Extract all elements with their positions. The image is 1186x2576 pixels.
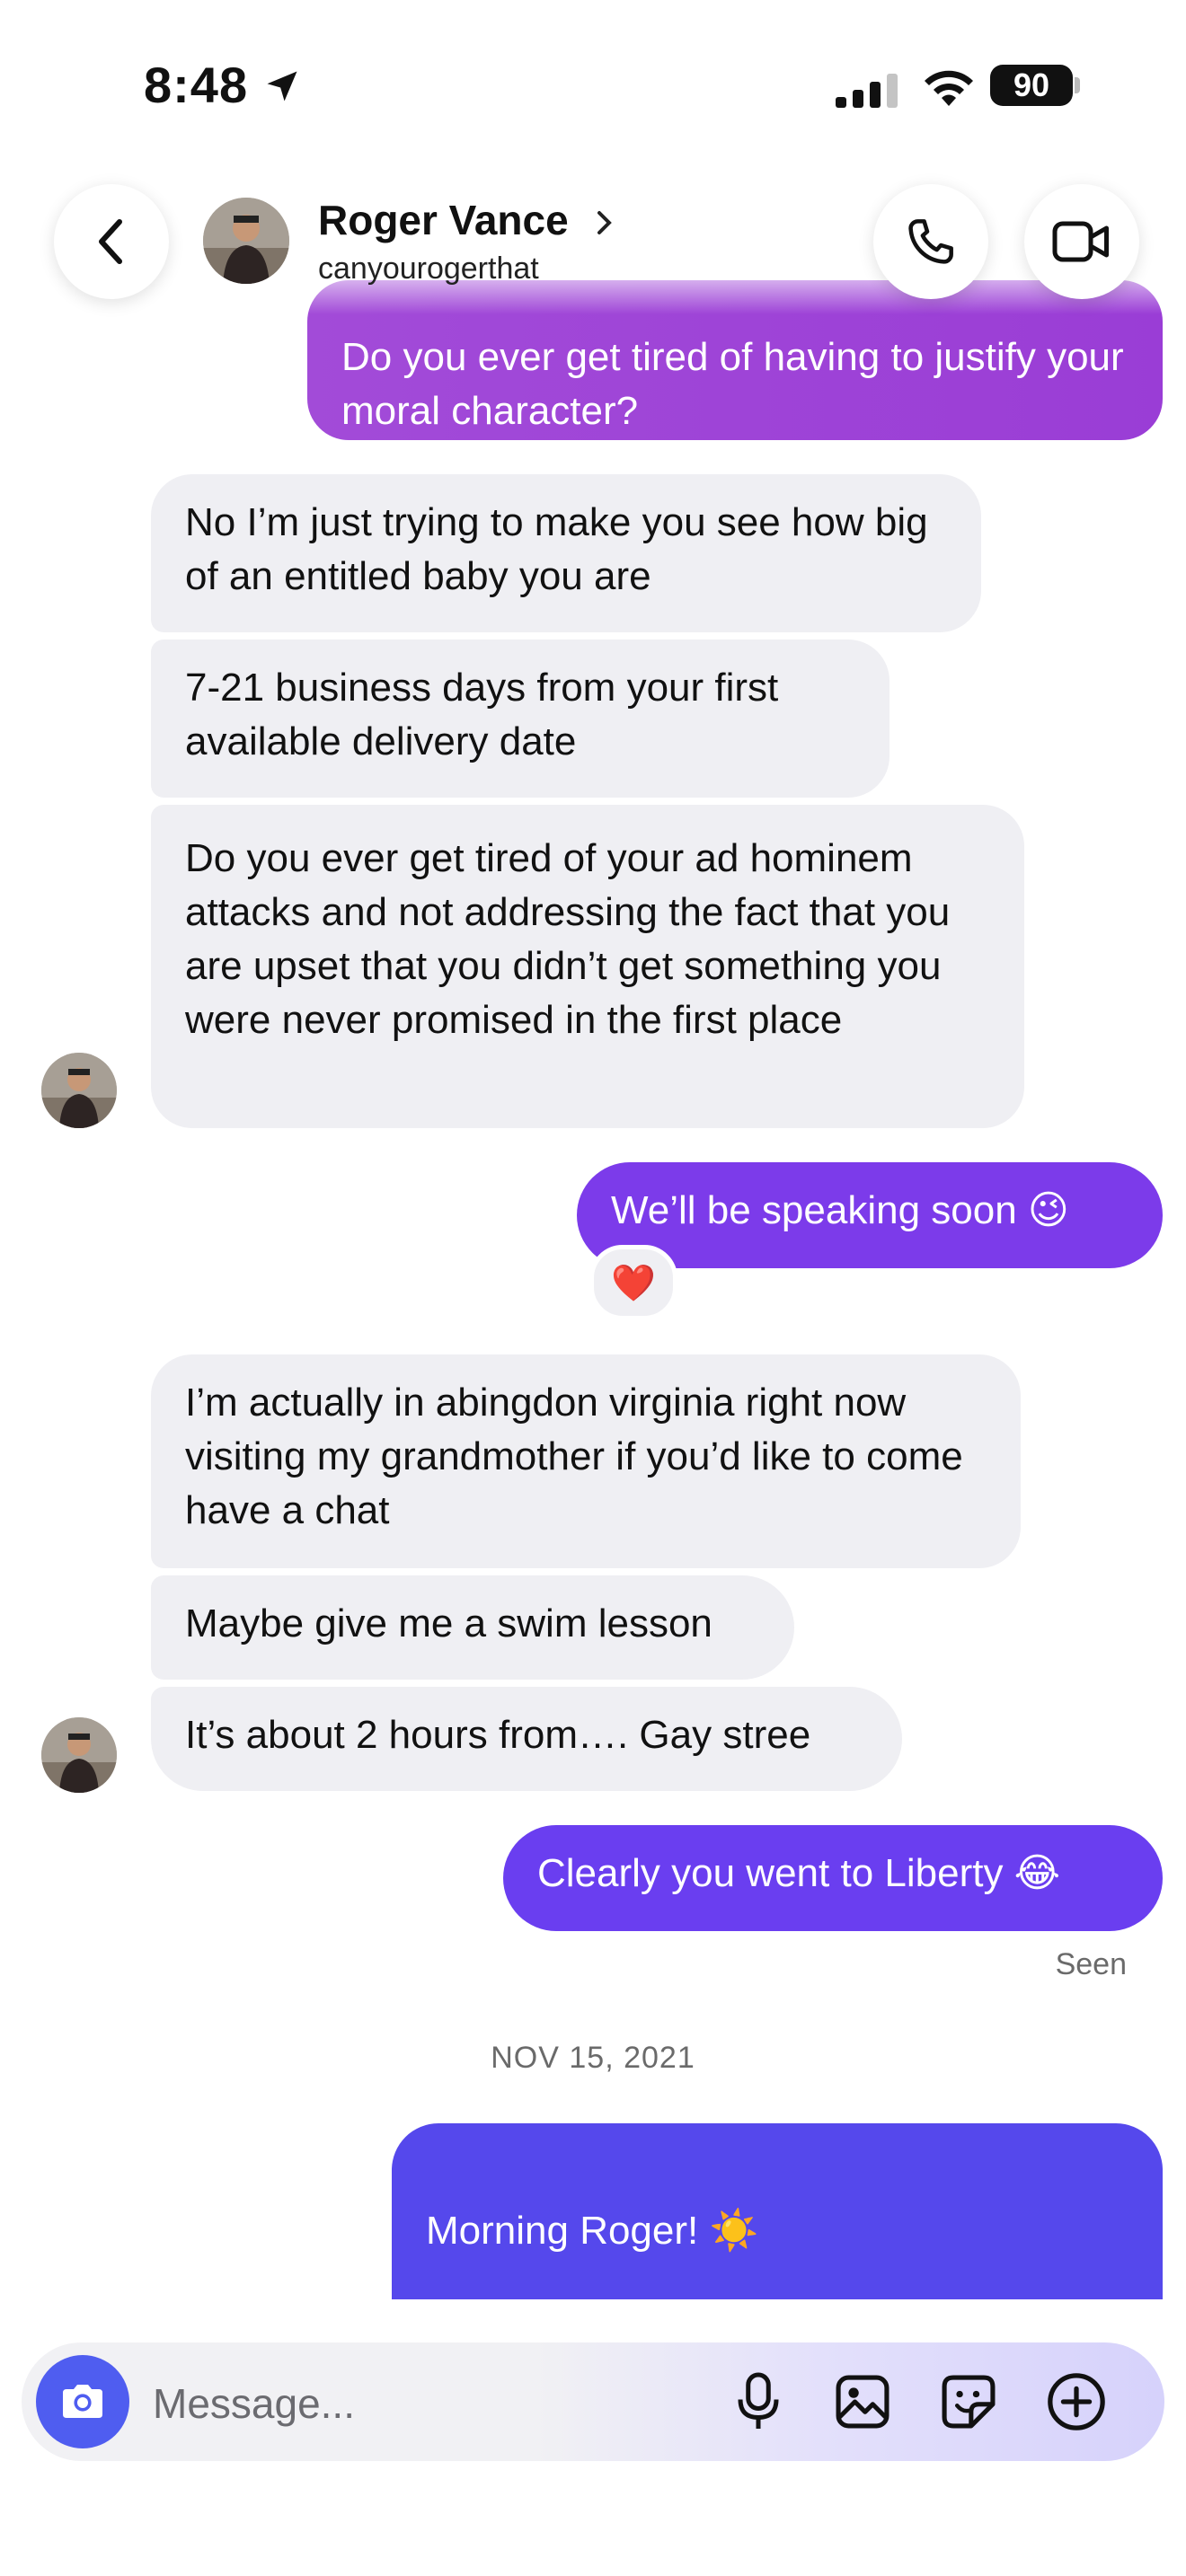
- message-text: Do you ever get tired of your ad hominem…: [185, 836, 951, 1042]
- message-text: Maybe give me a swim lesson: [185, 1601, 712, 1645]
- message-received[interactable]: No I’m just trying to make you see how b…: [151, 474, 981, 632]
- message-text: Do you ever get tired of having to justi…: [341, 335, 1124, 433]
- avatar-image: [41, 1717, 117, 1793]
- message-received[interactable]: 7-21 business days from your first avail…: [151, 640, 890, 798]
- sticker-button[interactable]: [931, 2364, 1006, 2439]
- sticker-icon: [942, 2375, 996, 2429]
- date-separator: NOV 15, 2021: [491, 2041, 695, 2075]
- message-received[interactable]: Maybe give me a swim lesson: [151, 1575, 794, 1680]
- status-time: 8:48: [144, 57, 249, 113]
- gallery-button[interactable]: [825, 2364, 900, 2439]
- reaction-emoji: ❤️: [611, 1263, 656, 1303]
- location-arrow-icon: [267, 71, 297, 101]
- phone-icon: [908, 219, 953, 264]
- message-text: Clearly you went to Liberty 😂: [537, 1851, 1061, 1895]
- video-icon: [1052, 221, 1109, 262]
- avatar-image: [41, 1053, 117, 1128]
- message-text: We’ll be speaking soon 😉: [611, 1188, 1069, 1232]
- contact-username[interactable]: canyourogerthat: [318, 251, 539, 287]
- wifi-icon: [925, 70, 973, 106]
- heart-reaction[interactable]: ❤️: [589, 1245, 677, 1320]
- battery-cap: [1075, 77, 1080, 93]
- plus-icon: [1048, 2373, 1105, 2430]
- header-avatar[interactable]: [203, 198, 289, 284]
- header-backdrop: [0, 144, 1186, 314]
- message-received[interactable]: It’s about 2 hours from…. Gay stree: [151, 1687, 902, 1791]
- message-text: 7-21 business days from your first avail…: [185, 666, 779, 763]
- back-button[interactable]: [54, 184, 169, 299]
- cellular-signal-icon: [836, 74, 898, 108]
- chevron-right-icon[interactable]: [595, 208, 615, 237]
- message-text: No I’m just trying to make you see how b…: [185, 500, 928, 598]
- message-input[interactable]: [151, 2371, 694, 2436]
- camera-icon: [63, 2385, 102, 2418]
- sender-avatar[interactable]: [41, 1053, 117, 1128]
- message-text: I’m actually in abingdon virginia right …: [185, 1381, 963, 1532]
- image-icon: [836, 2375, 890, 2429]
- microphone-button[interactable]: [721, 2364, 796, 2439]
- seen-status: Seen: [1055, 1947, 1127, 1981]
- message-text: It’s about 2 hours from…. Gay stree: [185, 1713, 811, 1757]
- message-sent[interactable]: Clearly you went to Liberty 😂: [503, 1825, 1163, 1931]
- battery-level: 90: [990, 65, 1073, 106]
- camera-button[interactable]: [36, 2355, 129, 2448]
- message-received[interactable]: I’m actually in abingdon virginia right …: [151, 1354, 1021, 1568]
- audio-call-button[interactable]: [873, 184, 988, 299]
- more-options-button[interactable]: [1039, 2364, 1114, 2439]
- video-call-button[interactable]: [1024, 184, 1139, 299]
- avatar-image: [203, 198, 289, 284]
- microphone-icon: [738, 2372, 779, 2429]
- message-received[interactable]: Do you ever get tired of your ad hominem…: [151, 805, 1024, 1128]
- contact-name[interactable]: Roger Vance: [318, 196, 569, 244]
- sender-avatar[interactable]: [41, 1717, 117, 1793]
- back-icon: [99, 219, 122, 264]
